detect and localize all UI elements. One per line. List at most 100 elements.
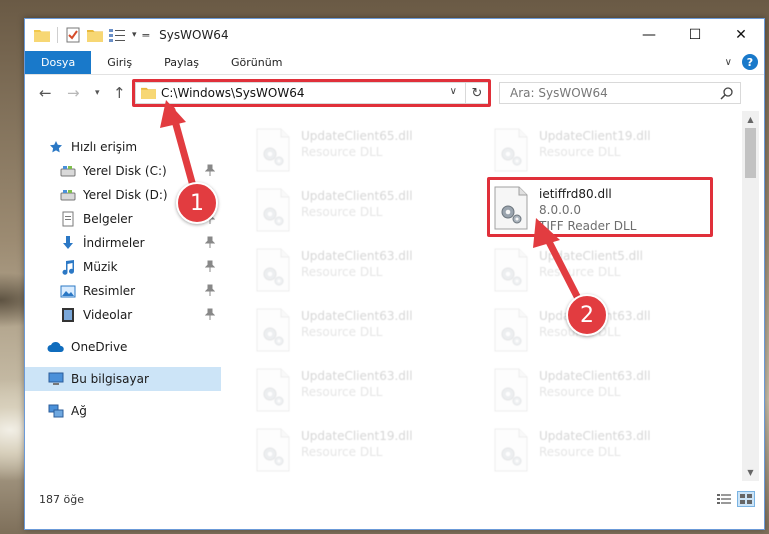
scroll-up-icon[interactable]: ▲ — [742, 111, 759, 128]
sidebar-item-0[interactable]: Hızlı erişim — [25, 135, 221, 159]
pin-icon[interactable] — [204, 260, 216, 275]
file-item[interactable]: UpdateClient63.dll Resource DLL — [473, 425, 703, 477]
tab-file[interactable]: Dosya — [25, 51, 92, 74]
new-folder-icon[interactable] — [86, 26, 104, 44]
maximize-button[interactable]: ☐ — [672, 19, 718, 51]
dll-file-icon — [493, 128, 529, 172]
dll-file-icon — [255, 188, 291, 232]
sidebar-item-7[interactable]: Videolar — [25, 303, 221, 327]
file-meta: UpdateClient63.dll Resource DLL — [301, 245, 413, 280]
step-badge-2: 2 — [566, 294, 608, 336]
file-item[interactable]: UpdateClient5.dll Resource DLL — [473, 245, 703, 297]
file-meta: UpdateClient63.dll Resource DLL — [301, 365, 413, 400]
tiles-view-icon[interactable] — [737, 491, 755, 507]
file-name: UpdateClient65.dll — [301, 189, 413, 203]
tab-share[interactable]: Paylaş — [148, 51, 215, 74]
file-description: Resource DLL — [301, 265, 383, 279]
drive-icon — [59, 187, 77, 203]
customize-toolbar-chevron-icon[interactable]: ▾ — [132, 30, 137, 40]
tab-view[interactable]: Görünüm — [215, 51, 298, 74]
file-description: Resource DLL — [301, 205, 383, 219]
dll-file-icon — [493, 308, 529, 352]
dll-file-icon — [493, 368, 529, 412]
file-name: UpdateClient63.dll — [301, 369, 413, 383]
window-controls: — ☐ ✕ — [626, 19, 764, 51]
file-item[interactable]: UpdateClient19.dll Resource DLL — [473, 125, 703, 177]
network-icon — [47, 403, 65, 419]
title-bar: ▾ ═ SysWOW64 — ☐ ✕ — [25, 19, 764, 51]
star-icon — [47, 139, 65, 155]
file-meta: UpdateClient19.dll Resource DLL — [539, 125, 651, 160]
file-item[interactable]: UpdateClient63.dll Resource DLL — [235, 245, 465, 297]
file-list: UpdateClient65.dll Resource DLL UpdateClie… — [223, 111, 742, 481]
cloud-icon — [47, 339, 65, 355]
scrollbar-thumb[interactable] — [745, 128, 756, 178]
recent-locations-chevron-icon[interactable]: ▾ — [95, 88, 100, 98]
toolbar-dropdown-icon[interactable]: ═ — [143, 29, 150, 42]
sidebar-item-label: Hızlı erişim — [71, 140, 138, 154]
sidebar-item-label: OneDrive — [71, 340, 128, 354]
properties-icon[interactable] — [64, 26, 82, 44]
sidebar-item-label: Resimler — [83, 284, 136, 298]
sidebar-item-10[interactable]: Ağ — [25, 399, 221, 423]
sidebar-item-6[interactable]: Resimler — [25, 279, 221, 303]
close-button[interactable]: ✕ — [718, 19, 764, 51]
vertical-scrollbar[interactable]: ▲ ▼ — [742, 111, 759, 481]
downloads-icon — [59, 235, 77, 251]
forward-arrow-icon[interactable]: → — [67, 84, 80, 102]
pin-icon[interactable] — [204, 308, 216, 323]
search-input[interactable]: Ara: SysWOW64 — [510, 86, 608, 100]
file-name: UpdateClient19.dll — [539, 129, 651, 143]
file-highlight-annotation — [487, 177, 713, 237]
address-highlight-annotation — [132, 79, 491, 107]
details-view-icon[interactable] — [716, 492, 732, 506]
view-toggle — [716, 491, 755, 507]
pictures-icon — [59, 283, 77, 299]
dll-file-icon — [255, 308, 291, 352]
expand-ribbon-chevron-icon[interactable]: ∨ — [725, 57, 732, 68]
pin-icon[interactable] — [204, 236, 216, 251]
documents-icon — [59, 211, 77, 227]
file-name: UpdateClient63.dll — [539, 429, 651, 443]
up-arrow-icon[interactable]: ↑ — [113, 84, 126, 102]
sidebar-item-8[interactable]: OneDrive — [25, 335, 221, 359]
file-name: UpdateClient63.dll — [301, 309, 413, 323]
search-box[interactable]: Ara: SysWOW64 — [499, 82, 741, 104]
file-description: Resource DLL — [301, 325, 383, 339]
view-details-icon[interactable] — [108, 26, 126, 44]
file-meta: UpdateClient5.dll Resource DLL — [539, 245, 643, 280]
pin-icon[interactable] — [204, 164, 216, 179]
back-arrow-icon[interactable]: ← — [39, 84, 52, 102]
sidebar-item-9[interactable]: Bu bilgisayar — [25, 367, 221, 391]
scroll-down-icon[interactable]: ▼ — [742, 464, 759, 481]
file-name: UpdateClient65.dll — [301, 129, 413, 143]
help-icon[interactable]: ? — [742, 54, 758, 70]
file-name: UpdateClient63.dll — [539, 369, 651, 383]
file-description: Resource DLL — [301, 385, 383, 399]
pin-icon[interactable] — [204, 284, 216, 299]
sidebar-item-5[interactable]: Müzik — [25, 255, 221, 279]
folder-icon — [33, 26, 51, 44]
music-icon — [59, 259, 77, 275]
sidebar-item-1[interactable]: Yerel Disk (C:) — [25, 159, 221, 183]
file-item[interactable]: UpdateClient63.dll Resource DLL — [473, 365, 703, 417]
toolbar-separator — [57, 27, 58, 43]
search-icon[interactable] — [720, 86, 734, 103]
sidebar-item-4[interactable]: İndirmeler — [25, 231, 221, 255]
file-item[interactable]: UpdateClient19.dll Resource DLL — [235, 425, 465, 477]
file-description: Resource DLL — [539, 385, 621, 399]
dll-file-icon — [255, 248, 291, 292]
navigation-pane: Hızlı erişim Yerel Disk (C:) Yerel Disk (D… — [25, 111, 221, 481]
file-item[interactable]: UpdateClient63.dll Resource DLL — [235, 365, 465, 417]
file-meta: UpdateClient63.dll Resource DLL — [539, 365, 651, 400]
file-item[interactable]: UpdateClient63.dll Resource DLL — [235, 305, 465, 357]
file-item[interactable]: UpdateClient65.dll Resource DLL — [235, 125, 465, 177]
file-item[interactable]: UpdateClient65.dll Resource DLL — [235, 185, 465, 237]
file-description: Resource DLL — [539, 265, 621, 279]
minimize-button[interactable]: — — [626, 19, 672, 51]
file-name: UpdateClient19.dll — [301, 429, 413, 443]
drive-icon — [59, 163, 77, 179]
step-badge-1: 1 — [176, 182, 218, 224]
dll-file-icon — [255, 128, 291, 172]
tab-home[interactable]: Giriş — [91, 51, 148, 74]
